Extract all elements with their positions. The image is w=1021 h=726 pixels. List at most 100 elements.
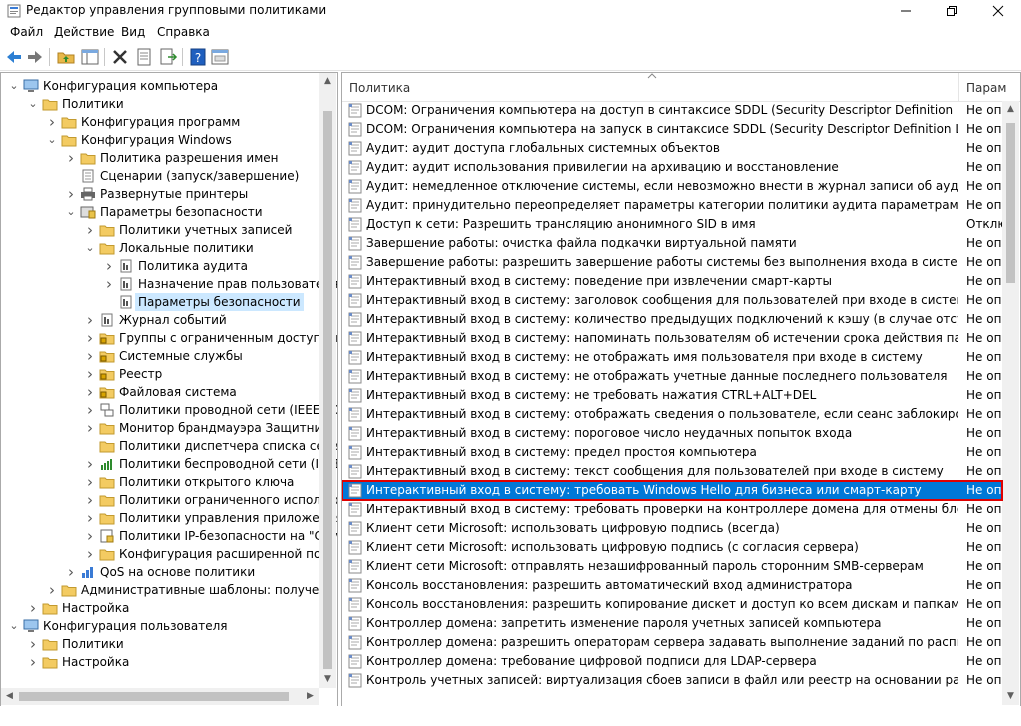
scroll-up-icon[interactable]: ▲ xyxy=(319,73,336,90)
column-header-setting[interactable]: Парам xyxy=(966,81,1006,95)
policy-row[interactable]: Интерактивный вход в систему: пороговое … xyxy=(342,424,1002,443)
properties-icon[interactable] xyxy=(134,47,154,67)
tree-node[interactable]: ⌄ Политики xyxy=(1,95,319,113)
tree-node[interactable]: › Монитор брандмауэра Защитника W xyxy=(1,419,337,437)
help-icon[interactable]: ? xyxy=(188,47,208,67)
collapse-chevron-icon[interactable]: › xyxy=(83,311,97,329)
tree-node[interactable]: › Административные шаблоны: получены о xyxy=(1,581,337,599)
collapse-chevron-icon[interactable]: › xyxy=(83,509,97,527)
collapse-chevron-icon[interactable]: › xyxy=(83,419,97,437)
policy-row[interactable]: Контроллер домена: требование цифровой п… xyxy=(342,652,1002,671)
restore-button[interactable] xyxy=(929,0,975,22)
tree-node[interactable]: ⌄ Локальные политики xyxy=(1,239,319,257)
collapse-chevron-icon[interactable]: › xyxy=(83,545,97,563)
tree-node[interactable]: ⌄ Конфигурация пользователя xyxy=(1,617,319,635)
column-divider[interactable] xyxy=(958,73,959,101)
collapse-chevron-icon[interactable]: › xyxy=(83,491,97,509)
scroll-left-icon[interactable]: ◀ xyxy=(1,688,18,705)
tree-node[interactable]: › Назначение прав пользователя xyxy=(1,275,337,293)
policy-row[interactable]: Интерактивный вход в систему: отображать… xyxy=(342,405,1002,424)
expand-chevron-icon[interactable]: ⌄ xyxy=(26,95,40,113)
forward-arrow-icon[interactable] xyxy=(25,47,45,67)
tree-node[interactable]: › Конфигурация программ xyxy=(1,113,319,131)
tree-node[interactable]: › Политики IP-безопасности на "Слу xyxy=(1,527,337,545)
policy-row[interactable]: Интерактивный вход в систему: текст сооб… xyxy=(342,462,1002,481)
tree-hscroll-thumb[interactable] xyxy=(19,692,289,701)
policy-row[interactable]: Аудит: принудительно переопределяет пара… xyxy=(342,196,1002,215)
back-arrow-icon[interactable] xyxy=(4,47,24,67)
policy-row[interactable]: Клиент сети Microsoft: отправлять незаши… xyxy=(342,557,1002,576)
tree-node[interactable]: › Развернутые принтеры xyxy=(1,185,319,203)
scroll-right-icon[interactable]: ▶ xyxy=(302,688,319,705)
policy-row[interactable]: Контроллер домена: запретить изменение п… xyxy=(342,614,1002,633)
collapse-chevron-icon[interactable]: › xyxy=(26,635,40,653)
policy-row[interactable]: Интерактивный вход в систему: заголовок … xyxy=(342,291,1002,310)
collapse-chevron-icon[interactable]: › xyxy=(83,527,97,545)
column-header-policy[interactable]: Политика xyxy=(349,81,410,95)
list-vertical-scrollbar[interactable]: ▲ ▼ xyxy=(1002,101,1019,705)
scroll-down-icon[interactable]: ▼ xyxy=(319,671,336,688)
delete-icon[interactable] xyxy=(110,47,130,67)
policy-row[interactable]: Аудит: немедленное отключение системы, е… xyxy=(342,177,1002,196)
policy-row[interactable]: Завершение работы: разрешить завершение … xyxy=(342,253,1002,272)
policy-row[interactable]: Интерактивный вход в систему: не отображ… xyxy=(342,367,1002,386)
close-button[interactable] xyxy=(975,0,1021,22)
policy-row[interactable]: Консоль восстановления: разрешить автома… xyxy=(342,576,1002,595)
scroll-down-icon[interactable]: ▼ xyxy=(1002,688,1019,705)
tree-node[interactable]: › Файловая система xyxy=(1,383,319,401)
collapse-chevron-icon[interactable]: › xyxy=(102,257,116,275)
tree-node[interactable]: › Конфигурация расширенной полит xyxy=(1,545,337,563)
policy-row[interactable]: Контроллер домена: разрешить операторам … xyxy=(342,633,1002,652)
tree-scroll-thumb[interactable] xyxy=(323,111,332,669)
policy-row-selected[interactable]: Интерактивный вход в систему: требовать … xyxy=(342,480,1003,501)
tree-node[interactable]: › Политики управления приложения xyxy=(1,509,337,527)
policy-row[interactable]: Клиент сети Microsoft: использовать цифр… xyxy=(342,538,1002,557)
policy-row[interactable]: Интерактивный вход в систему: количество… xyxy=(342,310,1002,329)
collapse-chevron-icon[interactable]: › xyxy=(45,581,59,599)
policy-row[interactable]: Аудит: аудит использования привилегии на… xyxy=(342,158,1002,177)
tree-vertical-scrollbar[interactable]: ▲ ▼ xyxy=(319,73,336,688)
policy-row[interactable]: Контроль учетных записей: виртуализация … xyxy=(342,671,1002,690)
tree-node[interactable]: › Системные службы xyxy=(1,347,319,365)
console-icon[interactable] xyxy=(210,47,230,67)
tree-horizontal-scrollbar[interactable]: ◀ ▶ xyxy=(1,688,319,705)
tree-node[interactable]: › Политики xyxy=(1,635,319,653)
policy-row[interactable]: Консоль восстановления: разрешить копиро… xyxy=(342,595,1002,614)
expand-chevron-icon[interactable]: ⌄ xyxy=(83,239,97,257)
tree-node[interactable]: › Политика разрешения имен xyxy=(1,149,319,167)
policy-row[interactable]: DCOM: Ограничения компьютера на запуск в… xyxy=(342,120,1002,139)
tree-node[interactable]: ⌄ Конфигурация Windows xyxy=(1,131,319,149)
collapse-chevron-icon[interactable]: › xyxy=(26,599,40,617)
collapse-chevron-icon[interactable]: › xyxy=(83,329,97,347)
up-folder-icon[interactable] xyxy=(56,47,76,67)
policy-row[interactable]: Интерактивный вход в систему: предел про… xyxy=(342,443,1002,462)
policy-row[interactable]: Аудит: аудит доступа глобальных системны… xyxy=(342,139,1002,158)
tree-node[interactable]: › QoS на основе политики xyxy=(1,563,319,581)
tree-node[interactable]: ⌄ Конфигурация компьютера xyxy=(1,77,319,95)
tree-node[interactable]: Параметры безопасности xyxy=(1,293,319,311)
policy-row[interactable]: Интерактивный вход в систему: поведение … xyxy=(342,272,1002,291)
tree-node[interactable]: Сценарии (запуск/завершение) xyxy=(1,167,319,185)
tree-node[interactable]: › Настройка xyxy=(1,653,319,671)
collapse-chevron-icon[interactable]: › xyxy=(102,275,116,293)
tree-node[interactable]: › Политики открытого ключа xyxy=(1,473,319,491)
tree-node[interactable]: › Политики ограниченного использо xyxy=(1,491,337,509)
tree-node[interactable]: › Настройка xyxy=(1,599,319,617)
tree-node[interactable]: › Журнал событий xyxy=(1,311,319,329)
menu-view[interactable]: Вид xyxy=(121,25,145,39)
collapse-chevron-icon[interactable]: › xyxy=(64,185,78,203)
tree-node[interactable]: ⌄ Параметры безопасности xyxy=(1,203,319,221)
export-list-icon[interactable] xyxy=(158,47,178,67)
collapse-chevron-icon[interactable]: › xyxy=(83,221,97,239)
menu-help[interactable]: Справка xyxy=(157,25,210,39)
show-hide-tree-icon[interactable] xyxy=(80,47,100,67)
collapse-chevron-icon[interactable]: › xyxy=(64,149,78,167)
tree-node[interactable]: Политики диспетчера списка сетей xyxy=(1,437,337,455)
minimize-button[interactable] xyxy=(883,0,929,22)
tree-node[interactable]: › Политики беспроводной сети (IEEE 8 xyxy=(1,455,337,473)
collapse-chevron-icon[interactable]: › xyxy=(83,473,97,491)
expand-chevron-icon[interactable]: ⌄ xyxy=(64,203,78,221)
tree-node[interactable]: › Группы с ограниченным доступом xyxy=(1,329,337,347)
tree-node[interactable]: › Политика аудита xyxy=(1,257,319,275)
menu-action[interactable]: Действие xyxy=(54,25,114,39)
